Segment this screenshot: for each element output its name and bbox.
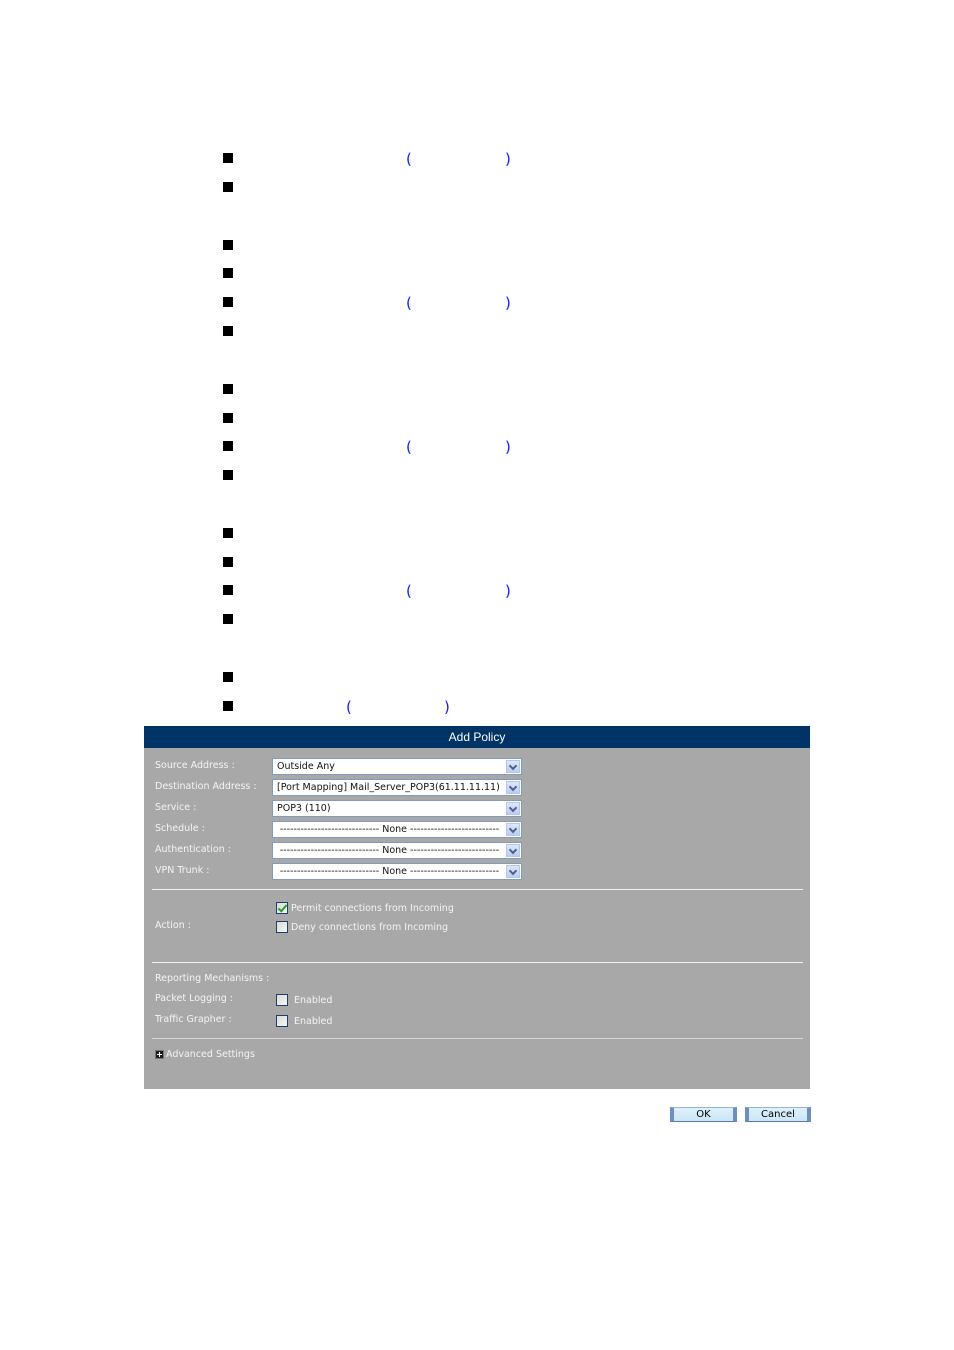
bullet-square-icon — [223, 701, 233, 711]
chevron-down-icon[interactable] — [506, 823, 520, 836]
chevron-down-icon[interactable] — [506, 865, 520, 878]
bullet-square-icon — [223, 240, 233, 250]
bullet-square-icon — [223, 297, 233, 307]
permit-label: Permit connections from Incoming — [291, 903, 454, 914]
close-paren: ) — [444, 698, 450, 716]
bullet-square-icon — [223, 441, 233, 451]
deny-label: Deny connections from Incoming — [291, 922, 449, 933]
advanced-settings-link[interactable]: Advanced Settings — [166, 1048, 255, 1062]
bullet-square-icon — [223, 384, 233, 394]
authentication-value: ----------------------------- None -----… — [279, 845, 500, 856]
permit-checkbox[interactable] — [276, 902, 288, 914]
chevron-down-icon[interactable] — [506, 844, 520, 857]
destination-address-value: [Port Mapping] Mail_Server_POP3(61.11.11… — [277, 782, 500, 793]
traffic-grapher-label: Traffic Grapher : — [155, 1014, 232, 1025]
source-address-label: Source Address : — [155, 760, 235, 771]
divider — [152, 1038, 803, 1039]
authentication-select[interactable]: ----------------------------- None -----… — [272, 842, 522, 859]
packet-logging-option: Enabled — [294, 995, 333, 1006]
vpn-trunk-label: VPN Trunk : — [155, 865, 210, 876]
add-policy-panel: Add Policy Source Address : Outside Any … — [144, 726, 810, 1089]
source-address-value: Outside Any — [277, 761, 335, 772]
vpn-trunk-select[interactable]: ----------------------------- None -----… — [272, 863, 522, 880]
action-label: Action : — [155, 920, 191, 931]
authentication-label: Authentication : — [155, 844, 231, 855]
bullet-square-icon — [223, 268, 233, 278]
open-paren: ( — [406, 582, 412, 600]
open-paren: ( — [346, 698, 352, 716]
service-value: POP3 (110) — [277, 803, 331, 814]
bullet-square-icon — [223, 614, 233, 624]
service-label: Service : — [155, 802, 197, 813]
close-paren: ) — [505, 294, 511, 312]
cancel-button[interactable]: Cancel — [745, 1107, 811, 1122]
divider — [152, 889, 803, 890]
chevron-down-icon[interactable] — [506, 760, 520, 773]
bullet-square-icon — [223, 672, 233, 682]
reporting-heading: Reporting Mechanisms : — [155, 973, 270, 984]
bullet-square-icon — [223, 470, 233, 480]
close-paren: ) — [505, 438, 511, 456]
bullet-square-icon — [223, 557, 233, 567]
bullet-square-icon — [223, 182, 233, 192]
deny-checkbox[interactable] — [276, 921, 288, 933]
panel-title: Add Policy — [144, 726, 810, 748]
ok-button[interactable]: OK — [670, 1107, 737, 1122]
open-paren: ( — [406, 294, 412, 312]
schedule-value: ----------------------------- None -----… — [279, 824, 500, 835]
traffic-grapher-checkbox[interactable] — [276, 1015, 288, 1027]
bullet-square-icon — [223, 153, 233, 163]
divider — [152, 962, 803, 963]
close-paren: ) — [505, 150, 511, 168]
chevron-down-icon[interactable] — [506, 802, 520, 815]
close-paren: ) — [505, 582, 511, 600]
vpn-trunk-value: ----------------------------- None -----… — [279, 866, 500, 877]
traffic-grapher-option: Enabled — [294, 1016, 333, 1027]
bullet-square-icon — [223, 528, 233, 538]
schedule-select[interactable]: ----------------------------- None -----… — [272, 821, 522, 838]
packet-logging-label: Packet Logging : — [155, 993, 234, 1004]
open-paren: ( — [406, 438, 412, 456]
bullet-square-icon — [223, 326, 233, 336]
schedule-label: Schedule : — [155, 823, 205, 834]
destination-address-select[interactable]: [Port Mapping] Mail_Server_POP3(61.11.11… — [272, 779, 522, 796]
packet-logging-checkbox[interactable] — [276, 994, 288, 1006]
expand-plus-icon[interactable] — [155, 1050, 164, 1059]
service-select[interactable]: POP3 (110) — [272, 800, 522, 817]
bullet-square-icon — [223, 585, 233, 595]
chevron-down-icon[interactable] — [506, 781, 520, 794]
open-paren: ( — [406, 150, 412, 168]
bullet-square-icon — [223, 413, 233, 423]
destination-address-label: Destination Address : — [155, 781, 257, 792]
source-address-select[interactable]: Outside Any — [272, 758, 522, 775]
